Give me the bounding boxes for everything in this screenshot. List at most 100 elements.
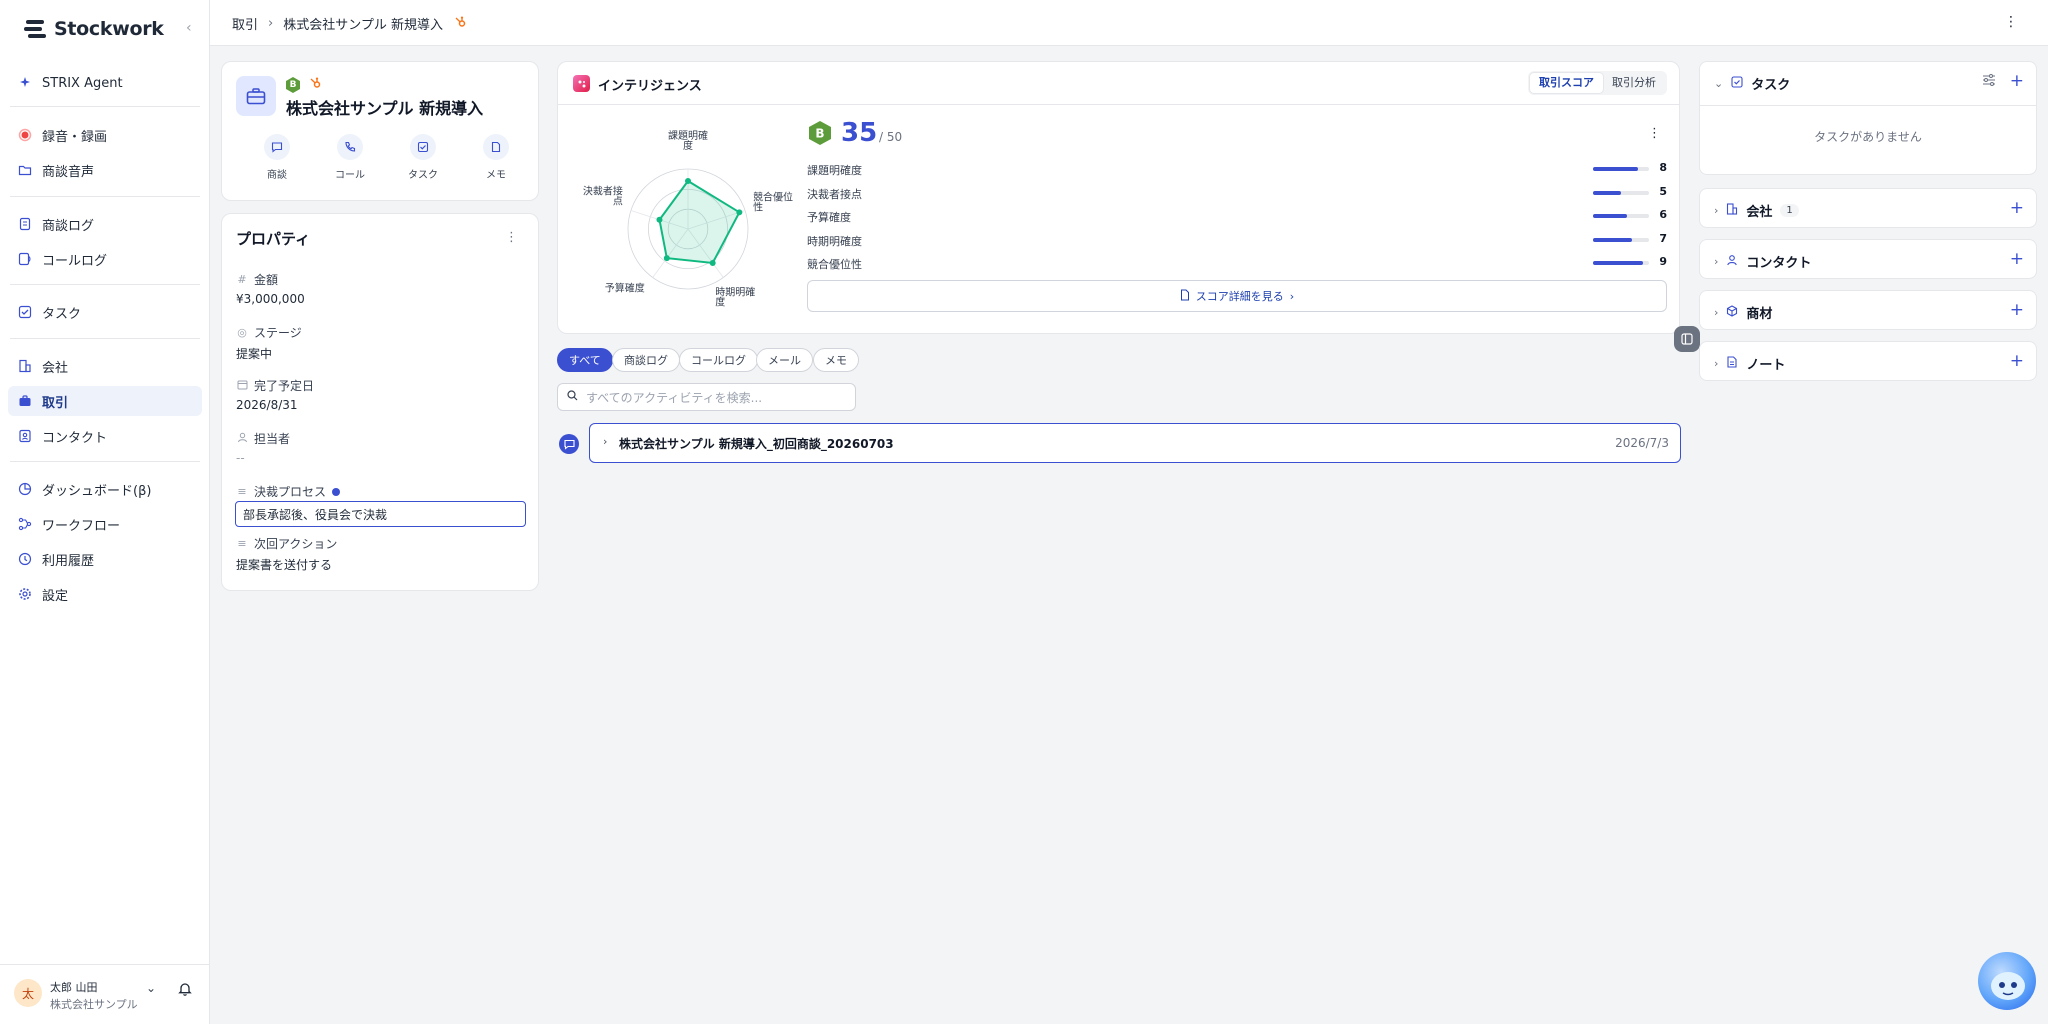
amount-value[interactable]: ¥3,000,000 [236,292,305,306]
tab-deal-score[interactable]: 取引スコア [1530,73,1603,93]
properties-card: プロパティ ⋮ # 金額 ¥3,000,000 ◎ ステージ 提案中 完了予定日 2… [221,213,539,591]
user-menu[interactable]: 太 太郎 山田 株式会社サンプル ⌄ [0,964,210,1024]
score-detail-button[interactable]: スコア詳細を見る › [807,280,1667,312]
breadcrumb-current: 株式会社サンプル 新規導入 [283,18,443,33]
sidebar-item-recording[interactable]: 録音・録画 [8,120,202,150]
document-icon [18,217,32,231]
stage-label: ◎ ステージ [236,324,302,341]
add-product-button[interactable]: + [2010,300,2024,320]
company-title: 会社 [1746,205,1773,220]
sidebar-item-call-log[interactable]: コールログ [8,244,202,274]
add-task-button[interactable]: + [2010,71,2024,91]
metric-value: 9 [1659,255,1667,268]
filter-call-log[interactable]: コールログ [679,348,758,372]
intelligence-tabs: 取引スコア 取引分析 [1528,71,1667,95]
amount-label-text: 金額 [254,273,279,287]
bell-icon[interactable] [178,981,192,1000]
metric-value: 8 [1659,161,1667,174]
next-action-value[interactable]: 提案書を送付する [236,556,332,573]
radar-axis-label: 時期明確度 [715,286,755,309]
building-icon [1726,202,1738,219]
product-panel-header[interactable]: › 商材 [1714,303,1772,322]
product-title: 商材 [1746,307,1773,322]
sidebar-item-dashboard[interactable]: ダッシュボード(β) [8,474,202,504]
metric-value: 5 [1659,184,1667,198]
sidebar-item-label: STRIX Agent [42,75,123,91]
assistant-bot-button[interactable] [1978,952,2036,1010]
decision-process-label-text: 決裁プロセス [254,485,327,499]
activity-item[interactable]: › 株式会社サンプル 新規導入_初回商談_20260703 2026/7/3 [589,423,1681,463]
quick-action-task[interactable]: タスク [393,134,453,181]
sidebar-item-label: 会社 [42,360,69,376]
intelligence-header: インテリジェンス 取引スコア 取引分析 [558,62,1679,105]
breadcrumb-parent[interactable]: 取引 [232,14,258,33]
sidebar-item-sales-log[interactable]: 商談ログ [8,209,202,239]
tasks-title: タスク [1751,78,1791,93]
sidebar-item-deals[interactable]: 取引 [8,386,202,416]
sidebar-item-settings[interactable]: 設定 [8,579,202,609]
radar-chart: 課題明確度競合優位性時期明確度 予算確度 決裁者接点 [583,129,793,309]
add-contact-button[interactable]: + [2010,249,2024,269]
filter-sliders-icon[interactable] [1982,74,1996,90]
more-options-icon[interactable]: ⋮ [1648,126,1661,141]
activity-search-input[interactable]: すべてのアクティビティを検索... [557,383,856,411]
sidebar-item-company[interactable]: 会社 [8,351,202,381]
task-icon [18,305,32,319]
box-icon [1726,304,1738,321]
panel-toggle-icon[interactable] [1674,326,1700,352]
sidebar-item-contacts[interactable]: コンタクト [8,421,202,451]
tasks-empty-text: タスクがありません [1814,130,1922,144]
sidebar-item-label: 商談音声 [42,164,95,180]
sidebar-item-usage-history[interactable]: 利用履歴 [8,544,202,574]
stage-value[interactable]: 提案中 [236,345,272,362]
user-name: 太郎 山田 [50,981,98,994]
briefcase-icon [18,394,32,408]
owner-value[interactable]: -- [236,451,245,465]
more-options-icon[interactable]: ⋮ [2004,14,2018,30]
app-logo[interactable]: Stockwork [24,18,164,40]
close-date-value[interactable]: 2026/8/31 [236,398,298,412]
metric-bar-track [1593,237,1649,242]
score-metric-row: 競合優位性 9 [807,254,1667,274]
chevron-down-icon[interactable]: ⌄ [146,981,156,995]
add-note-button[interactable]: + [2010,351,2024,371]
sidebar-item-sales-audio[interactable]: 商談音声 [8,155,202,185]
metric-bar-track [1593,167,1649,171]
metric-bar-fill [1593,237,1633,242]
contact-panel-header[interactable]: › コンタクト [1714,252,1811,271]
text-lines-icon: ≡ [237,485,247,498]
activity-title: 株式会社サンプル 新規導入_初回商談_20260703 [619,437,894,451]
more-options-icon[interactable]: ⋮ [505,230,518,245]
sidebar-item-strix-agent[interactable]: STRIX Agent [8,68,202,98]
sidebar-item-label: 設定 [42,588,69,604]
sidebar-item-label: ダッシュボード(β) [42,483,152,499]
person-icon [236,432,248,446]
radar-point-競合優位性 [736,209,743,216]
decision-process-input[interactable]: 部長承認後、役員会で決裁 [235,501,526,527]
score-detail-label: スコア詳細を見る [1195,290,1284,303]
filter-email[interactable]: メール [756,348,813,372]
collapse-sidebar-icon[interactable]: ‹ [186,20,192,36]
filter-all[interactable]: すべて [557,348,613,372]
sidebar-item-tasks[interactable]: タスク [8,297,202,327]
tab-deal-analysis[interactable]: 取引分析 [1603,73,1665,93]
quick-action-memo[interactable]: メモ [466,134,526,181]
note-panel-header[interactable]: › ノート [1714,354,1785,373]
quick-action-meeting[interactable]: 商談 [247,134,307,181]
filter-sales-log[interactable]: 商談ログ [612,348,680,372]
sidebar-item-workflow[interactable]: ワークフロー [8,509,202,539]
chevron-right-icon: › [1714,204,1719,217]
metric-value: 7 [1659,231,1667,245]
quick-action-call[interactable]: コール [320,134,380,181]
note-title: ノート [1746,358,1786,373]
add-company-button[interactable]: + [2010,198,2024,218]
filter-memo[interactable]: メモ [813,348,859,372]
radar-point-課題明確度 [685,178,691,184]
calendar-icon [236,379,248,393]
company-panel-header[interactable]: › 会社 1 [1714,201,1799,220]
memo-icon [483,134,509,160]
tasks-panel-header[interactable]: ⌄ タスク [1714,74,1790,93]
robot-icon [1991,972,2025,1000]
chevron-right-icon: › [1289,289,1295,303]
chevron-right-icon[interactable]: › [603,435,607,448]
